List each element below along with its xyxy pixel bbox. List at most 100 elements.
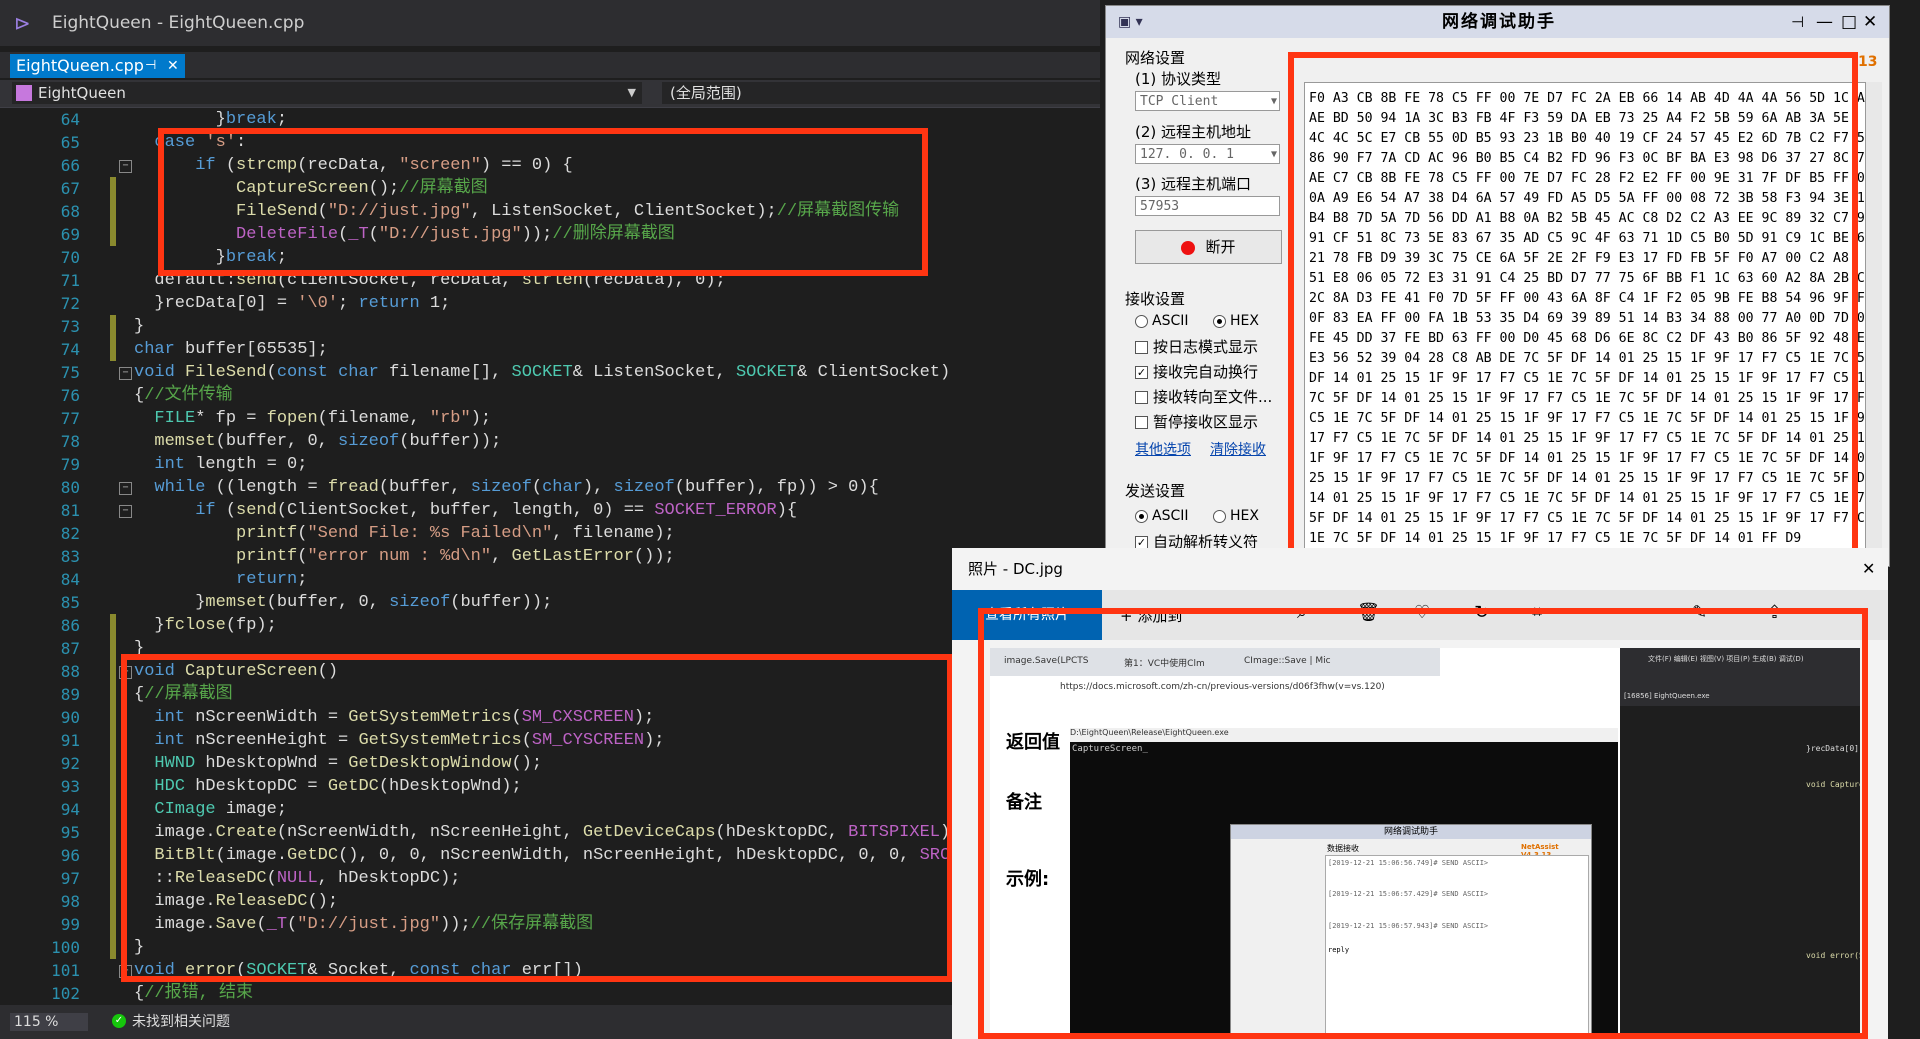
recv-ascii-radio[interactable]: ASCII <box>1135 313 1189 329</box>
code-line: {//报错, 结束 <box>134 984 254 1003</box>
project-name: EightQueen <box>38 84 126 102</box>
check-circle-icon: ✓ <box>112 1014 126 1028</box>
tab-eightqueen-cpp[interactable]: EightQueen.cpp ⊣ ✕ <box>10 54 185 78</box>
change-marker <box>110 200 116 223</box>
highlight-box <box>121 654 953 982</box>
line-number: 92 <box>60 754 80 773</box>
remote-address-value: 127. 0. 0. 1 <box>1140 147 1234 162</box>
line-number: 91 <box>60 731 80 750</box>
checkbox-checked-icon: ✓ <box>1135 366 1148 379</box>
line-number-gutter: 64 65 66 67 68 69 70 71 72 73 74 75 76 77 78 79 80 81 82 83… <box>0 108 100 1005</box>
change-marker <box>110 729 116 752</box>
disconnect-label: 断开 <box>1205 238 1236 256</box>
more-options-link[interactable]: 其他选项 <box>1135 439 1191 459</box>
maximize-icon[interactable]: □ <box>1841 6 1857 38</box>
auto-wrap-checkbox[interactable]: ✓ 接收完自动换行 <box>1135 361 1258 382</box>
send-ascii-radio[interactable]: ASCII <box>1135 508 1189 524</box>
vs-title-bar: ⊳ EightQueen - EightQueen.cpp <box>0 0 1100 46</box>
close-icon[interactable]: ✕ <box>1862 548 1875 590</box>
change-marker <box>110 936 116 959</box>
radio-icon <box>1135 509 1148 523</box>
scope-label: (全局范围) <box>670 84 742 102</box>
line-number: 70 <box>60 248 80 267</box>
clear-recv-link[interactable]: 清除接收 <box>1210 439 1266 459</box>
line-number: 78 <box>60 432 80 451</box>
disconnect-button[interactable]: 断开 <box>1135 230 1282 264</box>
recv-hex-radio[interactable]: HEX <box>1213 313 1259 329</box>
to-file-checkbox[interactable]: 接收转向至文件... <box>1135 386 1272 407</box>
pause-display-checkbox[interactable]: 暂停接收区显示 <box>1135 411 1258 432</box>
line-number: 79 <box>60 455 80 474</box>
line-number: 99 <box>60 915 80 934</box>
photo-title-bar: 照片 - DC.jpg ✕ <box>952 548 1888 590</box>
log-mode-checkbox[interactable]: 按日志模式显示 <box>1135 336 1258 357</box>
line-number: 94 <box>60 800 80 819</box>
fold-toggle-icon[interactable]: − <box>119 367 132 380</box>
fold-toggle-icon[interactable]: − <box>119 160 132 173</box>
line-number: 90 <box>60 708 80 727</box>
scope-dropdown[interactable]: (全局范围) <box>662 82 1100 104</box>
auto-wrap-label: 接收完自动换行 <box>1153 363 1259 381</box>
chevron-down-icon: ▼ <box>1270 96 1277 107</box>
line-number: 74 <box>60 340 80 359</box>
log-mode-label: 按日志模式显示 <box>1153 338 1259 356</box>
pin-icon[interactable]: ⊣ <box>145 54 156 78</box>
line-number: 67 <box>60 179 80 198</box>
line-number: 88 <box>60 662 80 681</box>
highlight-box <box>978 608 1868 1039</box>
pin-icon[interactable]: ⊣ <box>1791 6 1804 38</box>
net-title-bar: ▣ ▾ 网络调试助手 ⊣ — □ ✕ <box>1106 6 1889 38</box>
code-line: {//文件传输 <box>134 386 233 405</box>
fold-toggle-icon[interactable]: − <box>119 505 132 518</box>
change-marker <box>110 752 116 775</box>
remote-port-label: (3) 远程主机端口 <box>1135 175 1252 193</box>
code-line: int length = 0; <box>154 455 308 474</box>
radio-icon <box>1135 314 1148 328</box>
net-window-title: 网络调试助手 <box>1442 12 1556 32</box>
send-ascii-label: ASCII <box>1152 508 1189 524</box>
checkbox-icon <box>1135 341 1148 354</box>
protocol-select[interactable]: TCP Client ▼ <box>1135 91 1280 111</box>
protocol-label: (1) 协议类型 <box>1135 70 1222 88</box>
highlight-box <box>158 128 928 276</box>
navigation-bar: EightQueen ▼ (全局范围) <box>0 80 1100 108</box>
issues-status[interactable]: 未找到相关问题 <box>132 1013 230 1031</box>
recv-settings-heading: 接收设置 <box>1125 290 1186 308</box>
change-marker <box>110 338 116 361</box>
checkbox-icon <box>1135 391 1148 404</box>
code-line: } <box>134 317 145 336</box>
radio-icon <box>1213 509 1226 523</box>
change-marker <box>110 223 116 246</box>
line-number: 86 <box>60 616 80 635</box>
change-marker <box>110 775 116 798</box>
code-line: }fclose(fp); <box>134 616 277 635</box>
zoom-dropdown[interactable]: 115 % <box>10 1013 88 1031</box>
change-marker <box>110 683 116 706</box>
app-menu-icon[interactable]: ▣ ▾ <box>1118 6 1143 38</box>
send-hex-label: HEX <box>1230 508 1259 524</box>
status-bar: 115 % ✓ 未找到相关问题 <box>0 1005 1100 1039</box>
minimize-icon[interactable]: — <box>1816 6 1833 38</box>
remote-port-input[interactable]: 57953 <box>1135 196 1280 216</box>
net-settings-heading: 网络设置 <box>1125 49 1186 67</box>
line-number: 77 <box>60 409 80 428</box>
chevron-down-icon: ▼ <box>1270 149 1277 160</box>
close-icon[interactable]: ✕ <box>1863 6 1877 38</box>
change-marker <box>110 844 116 867</box>
line-number: 64 <box>60 110 80 129</box>
project-dropdown[interactable]: EightQueen ▼ <box>12 82 642 104</box>
line-number: 80 <box>60 478 80 497</box>
photo-window-title: 照片 - DC.jpg <box>968 560 1063 578</box>
line-number: 69 <box>60 225 80 244</box>
line-number: 100 <box>51 938 80 957</box>
remote-address-select[interactable]: 127. 0. 0. 1 ▼ <box>1135 144 1280 164</box>
receive-scrollbar[interactable] <box>1866 82 1882 557</box>
fold-toggle-icon[interactable]: − <box>119 482 132 495</box>
code-line: }memset(buffer, 0, sizeof(buffer)); <box>134 593 553 612</box>
document-tab-bar: EightQueen.cpp ⊣ ✕ <box>0 52 1100 78</box>
remote-address-label: (2) 远程主机地址 <box>1135 123 1252 141</box>
close-tab-icon[interactable]: ✕ <box>167 54 179 78</box>
line-number: 98 <box>60 892 80 911</box>
send-hex-radio[interactable]: HEX <box>1213 508 1259 524</box>
line-number: 87 <box>60 639 80 658</box>
